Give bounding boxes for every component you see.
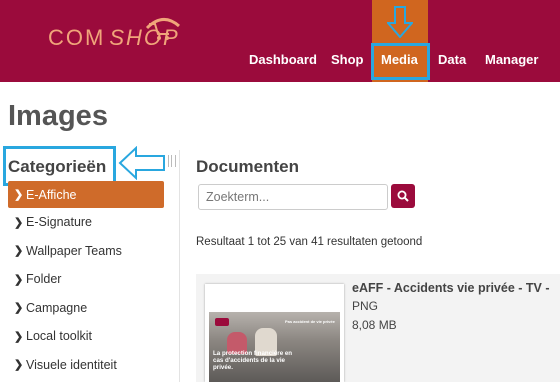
chevron-right-icon: ❯ — [14, 273, 24, 286]
nav-item-data[interactable]: Data — [438, 52, 466, 67]
resize-grip-icon[interactable] — [168, 155, 176, 167]
nav-item-dashboard[interactable]: Dashboard — [249, 52, 317, 67]
document-title[interactable]: eAFF - Accidents vie privée - TV - — [352, 281, 550, 295]
category-item-e-affiche[interactable]: ❯ E-Affiche — [8, 181, 164, 208]
media-highlight-box — [371, 43, 430, 80]
category-label: Visuele identiteit — [26, 357, 117, 372]
chevron-right-icon: ❯ — [14, 302, 24, 315]
category-item-e-signature[interactable]: ❯ E-Signature — [8, 208, 164, 237]
category-item-wallpaper-teams[interactable]: ❯ Wallpaper Teams — [8, 237, 164, 266]
arrow-left-icon — [118, 146, 165, 180]
chevron-right-icon: ❯ — [14, 359, 24, 372]
document-thumbnail[interactable]: Pas accident de vie privée La protection… — [205, 284, 344, 382]
thumbnail-text: La protection financière en cas d'accide… — [213, 350, 293, 371]
result-count-text: Resultaat 1 tot 25 van 41 resultaten get… — [196, 236, 423, 248]
category-label: E-Signature — [26, 215, 93, 230]
document-type: PNG — [352, 299, 379, 313]
search-icon — [397, 190, 409, 202]
main-nav: Dashboard Shop Media Data Manager — [0, 0, 560, 82]
sidebar-divider — [179, 150, 180, 382]
nav-item-manager[interactable]: Manager — [485, 52, 538, 67]
thumbnail-headline: Pas accident de vie privée — [285, 319, 335, 324]
category-label: Campagne — [26, 300, 88, 315]
nav-item-shop[interactable]: Shop — [331, 52, 364, 67]
search-input[interactable] — [198, 184, 388, 210]
chevron-right-icon: ❯ — [14, 330, 24, 343]
category-label: Wallpaper Teams — [26, 243, 122, 258]
app-root: COM SHOP Dashboard Shop Media Data Manag… — [0, 0, 560, 382]
search-button[interactable] — [391, 184, 415, 208]
category-item-visuele-identiteit[interactable]: ❯ Visuele identiteit — [8, 351, 164, 380]
chevron-right-icon: ❯ — [14, 189, 24, 201]
category-label: Folder — [26, 272, 62, 287]
document-size: 8,08 MB — [352, 318, 397, 332]
category-label: Local toolkit — [26, 329, 93, 344]
category-item-campagne[interactable]: ❯ Campagne — [8, 294, 164, 323]
arrow-down-icon — [387, 6, 413, 38]
categories-title: Categorieën — [8, 157, 107, 176]
category-list: ❯ E-Affiche ❯ E-Signature ❯ Wallpaper Te… — [8, 181, 164, 379]
category-item-folder[interactable]: ❯ Folder — [8, 265, 164, 294]
documents-title: Documenten — [196, 157, 299, 176]
chevron-right-icon: ❯ — [14, 216, 24, 229]
category-label: E-Affiche — [26, 187, 77, 202]
chevron-right-icon: ❯ — [14, 245, 24, 258]
thumbnail-logo — [215, 318, 229, 326]
category-item-local-toolkit[interactable]: ❯ Local toolkit — [8, 322, 164, 351]
page-title: Images — [8, 100, 108, 132]
